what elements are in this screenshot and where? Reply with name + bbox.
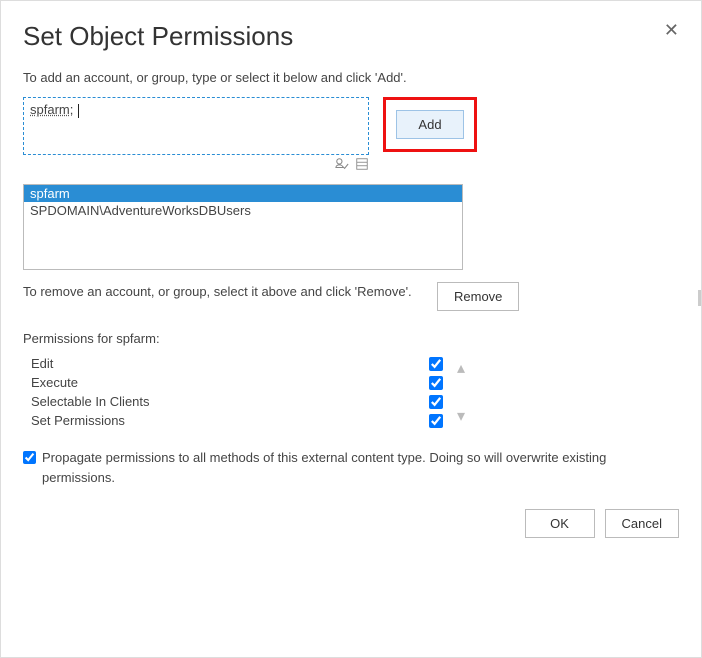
perm-label: Edit <box>31 356 53 371</box>
perm-checkbox-selectable[interactable] <box>429 395 443 409</box>
add-highlight: Add <box>383 97 477 152</box>
propagate-label: Propagate permissions to all methods of … <box>42 448 679 487</box>
ok-button[interactable]: OK <box>525 509 595 538</box>
dialog-title: Set Object Permissions <box>23 21 679 52</box>
input-wrapper: spfarm; <box>23 97 369 174</box>
list-item[interactable]: SPDOMAIN\AdventureWorksDBUsers <box>24 202 462 219</box>
perm-row-edit: Edit <box>23 354 443 373</box>
dialog-footer: OK Cancel <box>23 509 679 538</box>
browse-icon[interactable] <box>355 157 369 174</box>
permissions-grid: Edit Execute Selectable In Clients Set P… <box>23 354 679 430</box>
input-value: spfarm <box>30 102 70 117</box>
close-icon[interactable]: ✕ <box>664 21 679 39</box>
propagate-checkbox[interactable] <box>23 451 36 464</box>
perm-checkbox-execute[interactable] <box>429 376 443 390</box>
account-input[interactable]: spfarm; <box>23 97 369 155</box>
permissions-for: Permissions for spfarm: <box>23 331 679 346</box>
input-suffix: ; <box>70 102 74 117</box>
perm-prefix: Permissions for <box>23 331 116 346</box>
dialog: ✕ Set Object Permissions To add an accou… <box>1 1 701 558</box>
add-instruction: To add an account, or group, type or sel… <box>23 70 679 85</box>
scroll-up-icon[interactable]: ▴ <box>457 358 465 378</box>
perm-row-selectable: Selectable In Clients <box>23 392 443 411</box>
perm-checkbox-setperm[interactable] <box>429 414 443 428</box>
perm-label: Execute <box>31 375 78 390</box>
propagate-row: Propagate permissions to all methods of … <box>23 448 679 487</box>
remove-row: To remove an account, or group, select i… <box>23 282 679 311</box>
perm-label: Set Permissions <box>31 413 125 428</box>
check-names-icon[interactable] <box>335 157 349 174</box>
add-row: spfarm; Add <box>23 97 679 174</box>
scroll-down-icon[interactable]: ▾ <box>457 406 465 426</box>
perm-suffix: : <box>156 331 160 346</box>
cancel-button[interactable]: Cancel <box>605 509 679 538</box>
permissions-rows: Edit Execute Selectable In Clients Set P… <box>23 354 443 430</box>
perm-row-execute: Execute <box>23 373 443 392</box>
scrollbar[interactable]: ▴ ▾ <box>451 354 471 430</box>
accounts-list[interactable]: spfarm SPDOMAIN\AdventureWorksDBUsers <box>23 184 463 270</box>
remove-instruction: To remove an account, or group, select i… <box>23 282 423 302</box>
perm-row-setperm: Set Permissions <box>23 411 443 430</box>
text-caret <box>78 104 79 118</box>
remove-button[interactable]: Remove <box>437 282 519 311</box>
perm-checkbox-edit[interactable] <box>429 357 443 371</box>
picker-icons <box>23 157 369 174</box>
perm-label: Selectable In Clients <box>31 394 150 409</box>
add-button[interactable]: Add <box>396 110 464 139</box>
scroll-indicator <box>698 290 701 306</box>
perm-target: spfarm <box>116 331 156 346</box>
list-item[interactable]: spfarm <box>24 185 462 202</box>
